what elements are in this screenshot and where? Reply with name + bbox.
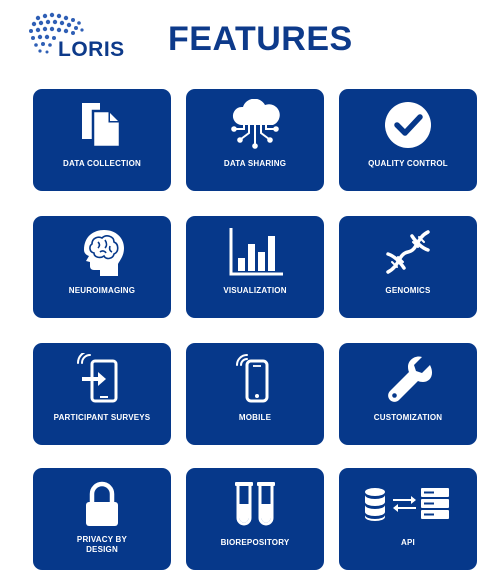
tile-label: NEUROIMAGING xyxy=(68,286,136,295)
bar-chart-icon xyxy=(186,226,324,278)
tile-label: CUSTOMIZATION xyxy=(373,413,443,422)
documents-icon xyxy=(33,99,171,151)
tile-genomics[interactable]: GENOMICS xyxy=(339,216,477,318)
tile-label: BIOREPOSITORY xyxy=(220,538,290,547)
dna-icon xyxy=(339,226,477,278)
tablet-login-icon xyxy=(33,353,171,405)
test-tubes-icon xyxy=(186,478,324,530)
tile-label: VISUALIZATION xyxy=(223,286,287,295)
tile-visualization[interactable]: VISUALIZATION xyxy=(186,216,324,318)
tile-label: API xyxy=(401,538,415,547)
brain-head-icon xyxy=(33,226,171,278)
tile-data-collection[interactable]: DATA COLLECTION xyxy=(33,89,171,191)
logo-text: LORIS xyxy=(58,38,125,61)
tile-label: DATA COLLECTION xyxy=(63,159,141,168)
tile-neuroimaging[interactable]: NEUROIMAGING xyxy=(33,216,171,318)
tile-label-line: DESIGN xyxy=(86,545,118,554)
database-server-exchange-icon xyxy=(339,478,477,530)
padlock-icon xyxy=(33,478,171,530)
tile-mobile[interactable]: MOBILE xyxy=(186,343,324,445)
checkmark-circle-icon xyxy=(339,99,477,151)
wrench-icon xyxy=(339,353,477,405)
tile-label: GENOMICS xyxy=(385,286,431,295)
tile-data-sharing[interactable]: DATA SHARING xyxy=(186,89,324,191)
tile-api[interactable]: API xyxy=(339,468,477,570)
tile-participant-surveys[interactable]: PARTICIPANT SURVEYS xyxy=(33,343,171,445)
tile-customization[interactable]: CUSTOMIZATION xyxy=(339,343,477,445)
tile-label-line: PRIVACY BY xyxy=(76,535,128,544)
tile-label: PARTICIPANT SURVEYS xyxy=(53,413,151,422)
tile-label: PRIVACY BY DESIGN xyxy=(37,535,167,555)
page-title: FEATURES xyxy=(168,20,353,58)
tile-privacy-by-design[interactable]: PRIVACY BY DESIGN xyxy=(33,468,171,570)
tile-label: MOBILE xyxy=(238,413,272,422)
tile-biorepository[interactable]: BIOREPOSITORY xyxy=(186,468,324,570)
tile-label: QUALITY CONTROL xyxy=(368,159,448,168)
tile-label: DATA SHARING xyxy=(223,159,287,168)
cloud-network-icon xyxy=(186,99,324,151)
smartphone-wireless-icon xyxy=(186,353,324,405)
tile-quality-control[interactable]: QUALITY CONTROL xyxy=(339,89,477,191)
loris-logo[interactable]: LORIS xyxy=(28,12,128,62)
